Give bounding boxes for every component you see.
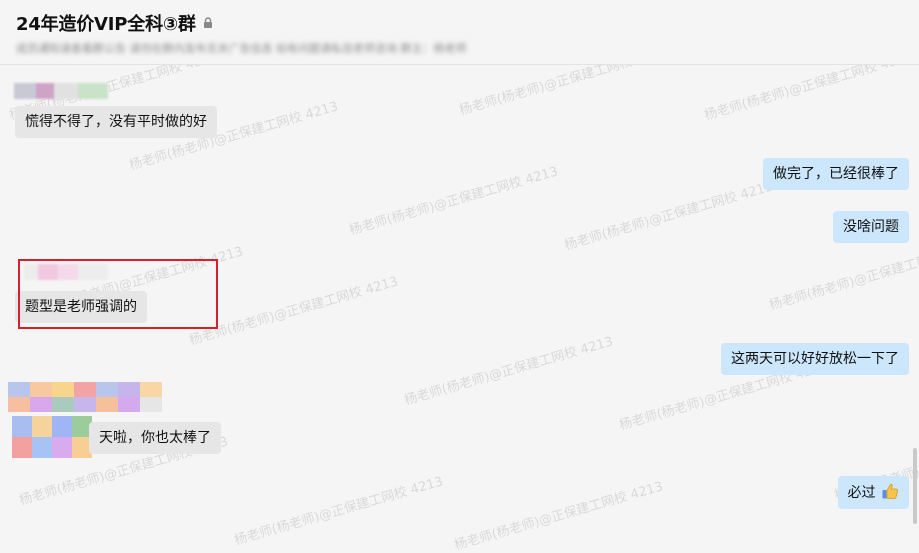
chat-title[interactable]: 24年造价VIP全科③群 — [16, 10, 196, 36]
message-bubble-incoming[interactable]: 天啦，你也太棒了 — [89, 422, 221, 454]
avatar[interactable] — [12, 416, 92, 458]
chat-header: 24年造价VIP全科③群 成员通知请查看群公告 请勿在群内发布无关广告信息 如有… — [0, 0, 919, 65]
message-bubble-incoming[interactable]: 慌得不得了，没有平时做的好 — [15, 106, 217, 138]
message-text: 必过 — [847, 485, 876, 501]
message-bubble-outgoing[interactable]: 没啥问题 — [833, 211, 909, 243]
group-announcement[interactable]: 成员通知请查看群公告 请勿在群内发布无关广告信息 如有问题请私信老师咨询 群主：… — [16, 40, 467, 56]
scrollbar[interactable] — [913, 448, 917, 524]
watermark: 杨老师(杨老师)@正保建工网校 4213 — [402, 334, 615, 409]
watermark: 杨老师(杨老师)@正保建工网校 4213 — [452, 479, 665, 553]
watermark: 杨老师(杨老师)@正保建工网校 4213 — [187, 274, 400, 349]
sender-name-redacted — [8, 382, 162, 412]
message-bubble-outgoing[interactable]: 这两天可以好好放松一下了 — [721, 343, 909, 375]
highlight-box — [18, 259, 218, 329]
lock-icon — [203, 17, 212, 28]
watermark: 杨老师(杨老师)@正保建工网校 4213 — [562, 179, 775, 254]
title-row: 24年造价VIP全科③群 — [16, 10, 213, 36]
watermark: 杨老师(杨老师)@正保建工网校 4213 — [347, 164, 560, 239]
watermark: 杨老师(杨老师)@正保建工网校 4213 — [767, 239, 919, 314]
watermark: 杨老师(杨老师)@正保建工网校 4213 — [232, 474, 445, 549]
message-bubble-outgoing[interactable]: 必过 — [837, 476, 909, 509]
thumbs-up-icon — [882, 483, 898, 499]
sender-name-redacted — [14, 83, 108, 99]
message-bubble-outgoing[interactable]: 做完了，已经很棒了 — [763, 158, 909, 190]
